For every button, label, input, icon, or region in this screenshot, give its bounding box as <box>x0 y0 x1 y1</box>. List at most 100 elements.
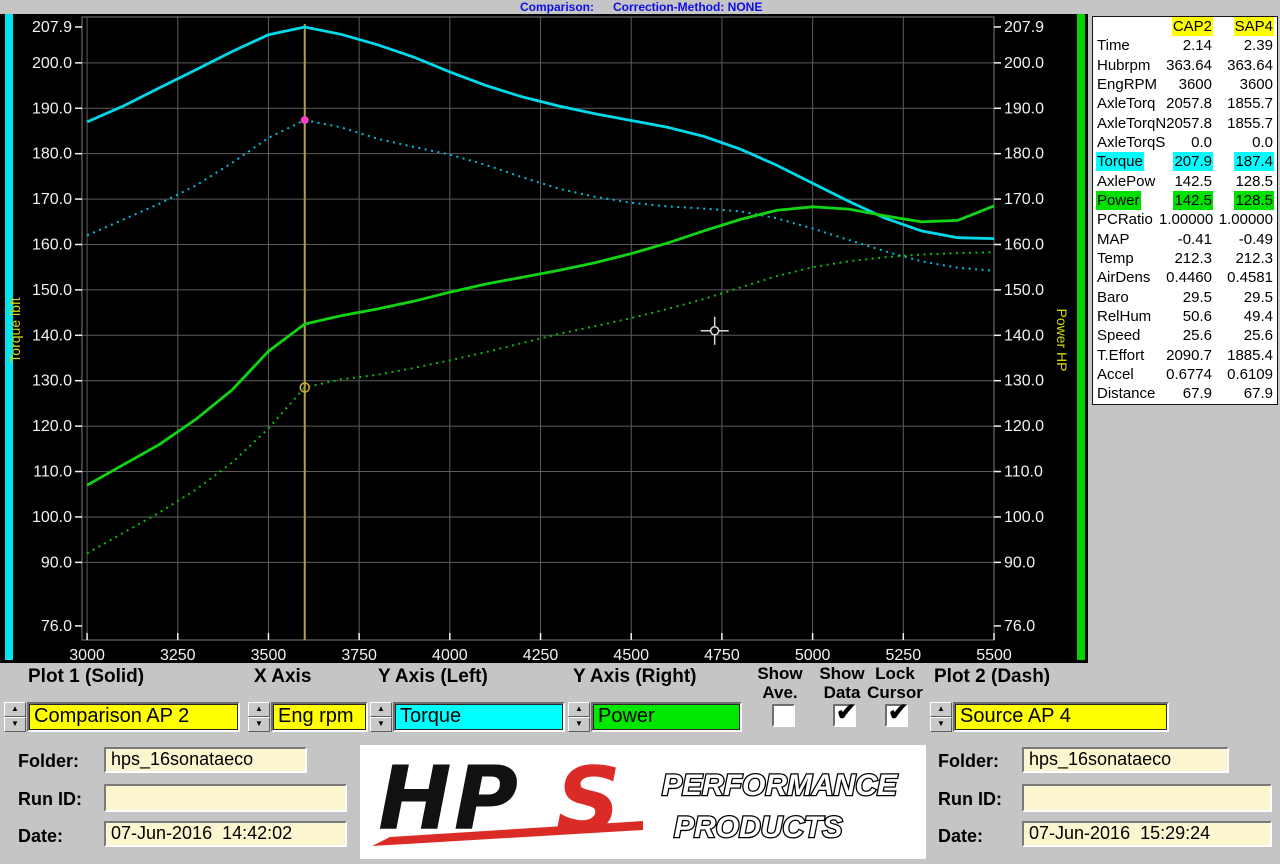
y-left-tick-label: 207.9 <box>32 19 72 36</box>
spinner-up-icon[interactable] <box>4 702 26 717</box>
spinner-down-icon[interactable] <box>568 717 590 732</box>
plot2-select[interactable]: Source AP 4 <box>953 702 1169 732</box>
table-row: Temp212.3212.3 <box>1093 249 1277 268</box>
run-id-field-left[interactable] <box>104 784 347 812</box>
spinner-up-icon[interactable] <box>248 702 270 717</box>
plot1-select[interactable]: Comparison AP 2 <box>27 702 240 732</box>
y-right-tick-label: 160.0 <box>1004 236 1044 253</box>
hps-logo: HP S PERFORMANCE PRODUCTS <box>360 745 926 859</box>
x-tick-label: 5250 <box>886 647 922 663</box>
spinner-up-icon[interactable] <box>370 702 392 717</box>
x-tick-label: 5500 <box>976 647 1012 663</box>
spinner-down-icon[interactable] <box>248 717 270 732</box>
y-left-axis-title: Torque lbft <box>7 297 23 362</box>
y-left-tick-label: 120.0 <box>32 418 72 435</box>
y-right-tick-label: 110.0 <box>1004 464 1043 481</box>
show-data-checkbox[interactable]: ✔ <box>833 704 856 727</box>
y-right-tick-label: 120.0 <box>1004 418 1044 435</box>
date-field-left[interactable]: 07-Jun-2016 14:42:02 <box>104 821 347 847</box>
table-row: Torque207.9187.4 <box>1093 152 1277 171</box>
y-left-tick-label: 150.0 <box>32 282 72 299</box>
folder-label: Folder: <box>938 751 999 772</box>
y-left-spinner <box>370 702 392 732</box>
plot2-label: Plot 2 (Dash) <box>934 666 1050 688</box>
x-axis-spinner <box>248 702 270 732</box>
y-right-tick-label: 170.0 <box>1004 191 1044 208</box>
y-right-axis-title: Power HP <box>1054 308 1070 371</box>
table-row: T.Effort2090.71885.4 <box>1093 346 1277 365</box>
date-field-right[interactable]: 07-Jun-2016 15:29:24 <box>1022 821 1272 847</box>
date-label: Date: <box>18 826 63 847</box>
y-left-tick-label: 90.0 <box>41 554 72 571</box>
dyno-chart[interactable]: 207.9207.9200.0200.0190.0190.0180.0180.0… <box>0 14 1088 663</box>
x-tick-label: 4750 <box>704 647 740 663</box>
logo-tagline-1: PERFORMANCE <box>662 769 898 802</box>
controls-bar: Plot 1 (Solid) X Axis Y Axis (Left) Y Ax… <box>0 663 1280 745</box>
table-row: AxlePow142.5128.5 <box>1093 172 1277 191</box>
plot1-spinner <box>4 702 26 732</box>
checkmark-icon: ✔ <box>888 698 908 727</box>
y-right-tick-label: 76.0 <box>1004 618 1035 635</box>
y-axis-right-label: Y Axis (Right) <box>573 666 697 688</box>
table-row: EngRPM36003600 <box>1093 75 1277 94</box>
top-status-bar: Comparison: Correction-Method: NONE <box>0 0 1280 14</box>
checkmark-icon: ✔ <box>836 698 856 727</box>
spinner-up-icon[interactable] <box>930 702 952 717</box>
spinner-up-icon[interactable] <box>568 702 590 717</box>
plot-frame <box>82 17 994 640</box>
table-row: AirDens0.44600.4581 <box>1093 268 1277 287</box>
y-left-tick-label: 180.0 <box>32 146 72 163</box>
lock-cursor-label: LockCursor <box>856 664 934 702</box>
table-row: PCRatio1.000001.00000 <box>1093 210 1277 229</box>
y-left-tick-label: 130.0 <box>32 373 72 390</box>
table-row: Baro29.529.5 <box>1093 288 1277 307</box>
y-right-tick-label: 140.0 <box>1004 327 1044 344</box>
x-tick-label: 3750 <box>341 647 377 663</box>
y-right-tick-label: 180.0 <box>1004 146 1044 163</box>
table-row: Distance67.967.9 <box>1093 384 1277 403</box>
y-right-tick-label: 90.0 <box>1004 554 1035 571</box>
chart-region: 207.9207.9200.0200.0190.0190.0180.0180.0… <box>0 14 1088 663</box>
y-axis-right-select[interactable]: Power <box>591 702 742 732</box>
run-id-label: Run ID: <box>18 789 82 810</box>
logo-tagline-2: PRODUCTS <box>674 811 842 844</box>
folder-field-right[interactable]: hps_16sonataeco <box>1022 747 1229 773</box>
x-axis-label: X Axis <box>254 666 311 688</box>
table-row: Power142.5128.5 <box>1093 191 1277 210</box>
lock-cursor-checkbox[interactable]: ✔ <box>885 704 908 727</box>
date-label: Date: <box>938 826 983 847</box>
x-axis-select[interactable]: Eng rpm <box>271 702 368 732</box>
y-left-tick-label: 140.0 <box>32 327 72 344</box>
run-id-field-right[interactable] <box>1022 784 1272 812</box>
x-tick-label: 3000 <box>69 647 105 663</box>
table-row: Speed25.625.6 <box>1093 326 1277 345</box>
folder-field-left[interactable]: hps_16sonataeco <box>104 747 307 773</box>
right-axis-color-strip <box>1077 14 1085 660</box>
spinner-down-icon[interactable] <box>370 717 392 732</box>
y-right-tick-label: 150.0 <box>1004 282 1044 299</box>
y-right-spinner <box>568 702 590 732</box>
correction-method-label: Correction-Method: NONE <box>613 0 762 14</box>
table-row: Time2.142.39 <box>1093 36 1277 55</box>
comparison-label: Comparison: <box>520 0 594 14</box>
x-tick-label: 5000 <box>795 647 831 663</box>
data-table: CAP2SAP4Time2.142.39Hubrpm363.64363.64En… <box>1092 16 1278 405</box>
x-tick-label: 4000 <box>432 647 468 663</box>
show-ave-label: ShowAve. <box>752 664 808 702</box>
table-row: AxleTorq2057.81855.7 <box>1093 94 1277 113</box>
spinner-down-icon[interactable] <box>4 717 26 732</box>
y-left-tick-label: 110.0 <box>33 464 72 481</box>
spinner-down-icon[interactable] <box>930 717 952 732</box>
folder-label: Folder: <box>18 751 79 772</box>
y-right-tick-label: 207.9 <box>1004 19 1044 36</box>
crosshair-icon <box>711 327 719 335</box>
y-axis-left-select[interactable]: Torque <box>393 702 565 732</box>
y-left-tick-label: 76.0 <box>41 618 72 635</box>
y-left-tick-label: 160.0 <box>32 236 72 253</box>
show-ave-checkbox[interactable] <box>772 704 795 727</box>
run-id-label: Run ID: <box>938 789 1002 810</box>
y-right-tick-label: 190.0 <box>1004 100 1044 117</box>
plot2-spinner <box>930 702 952 732</box>
logo-s-text: S <box>556 748 621 853</box>
cursor-marker-dot <box>301 116 309 124</box>
